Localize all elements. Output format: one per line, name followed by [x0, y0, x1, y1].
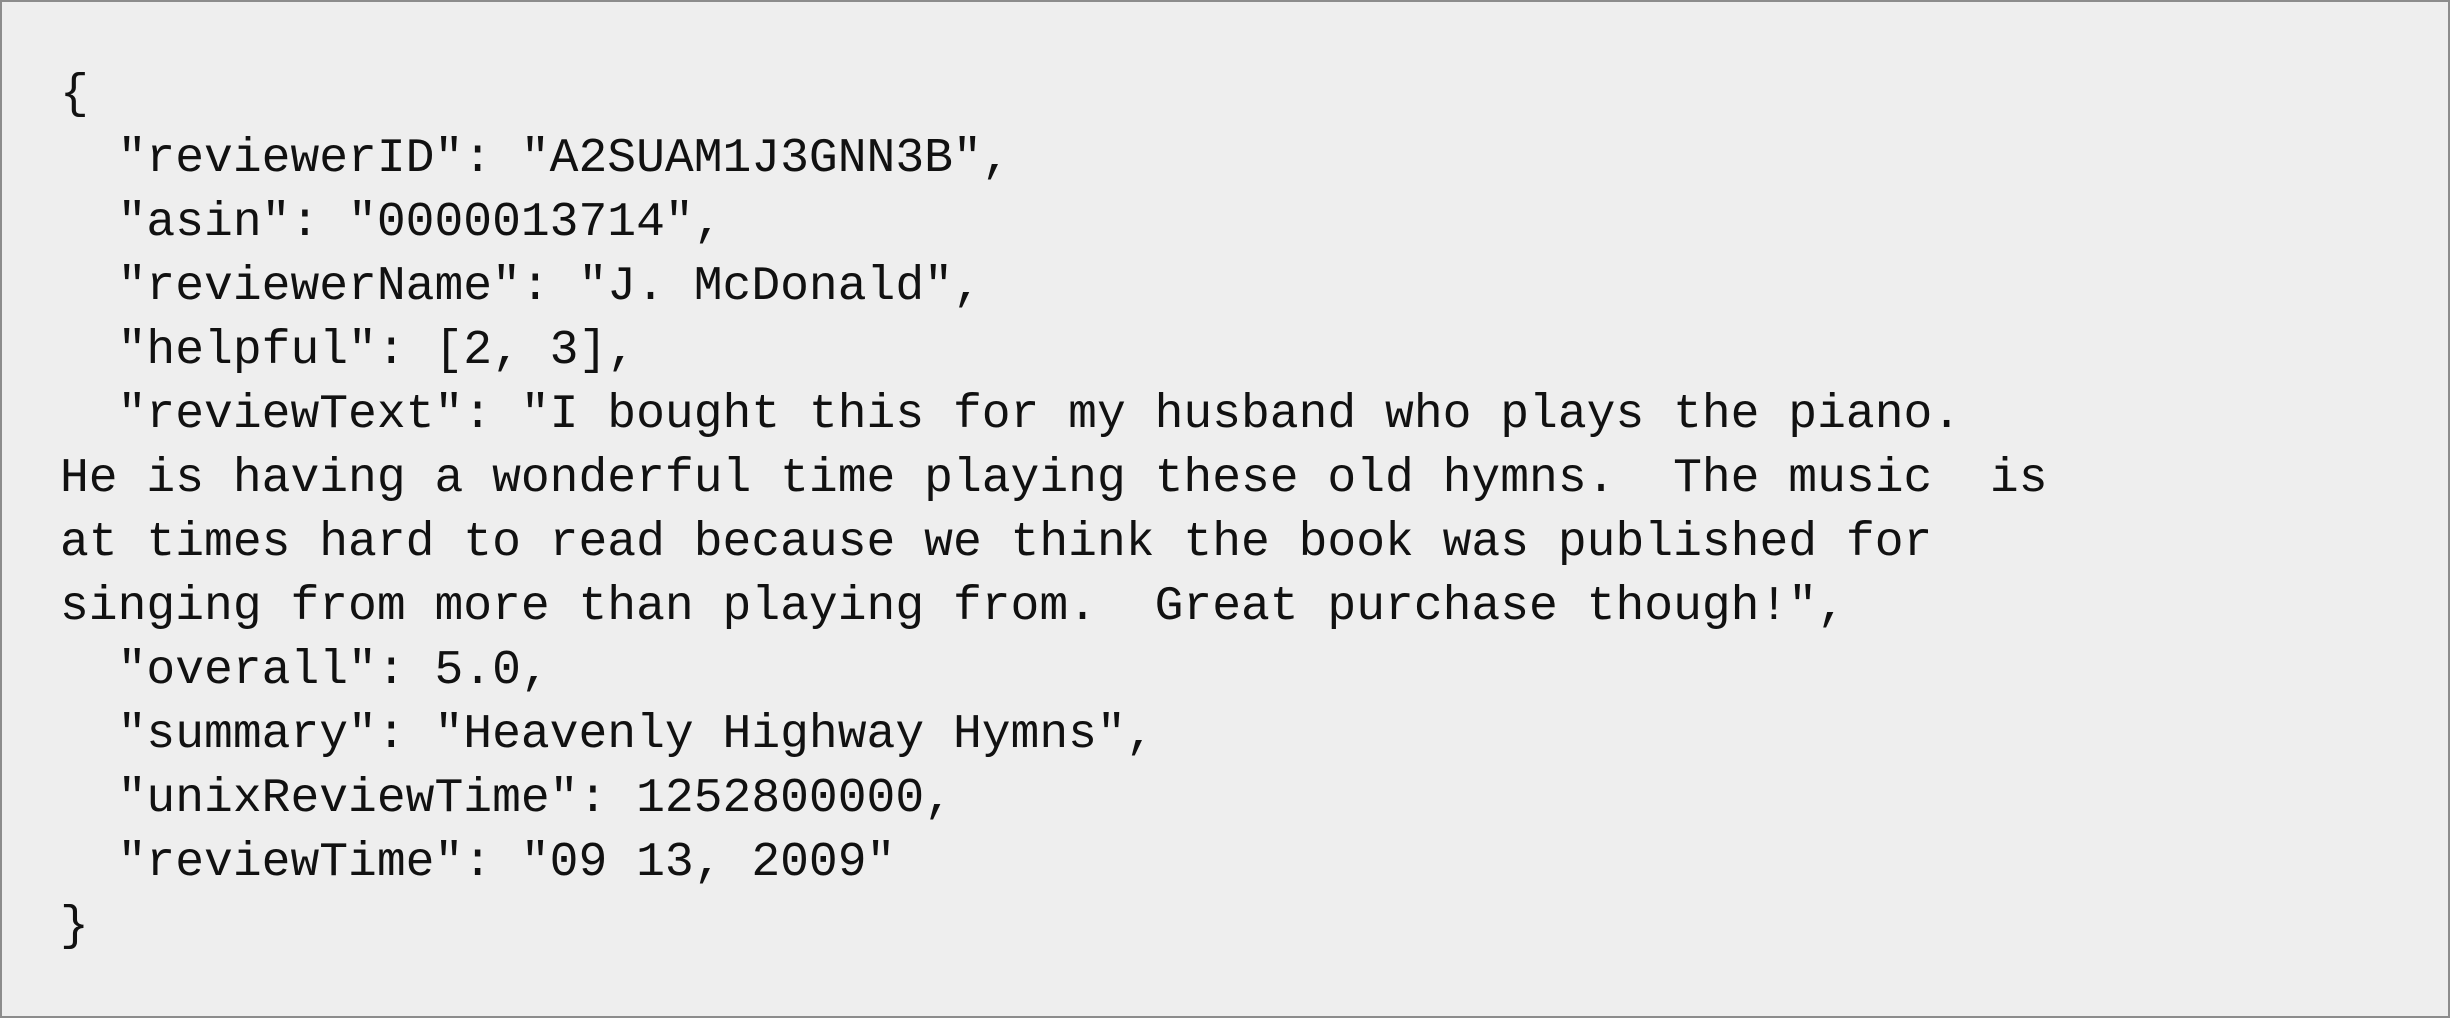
json-code-block: { "reviewerID": "A2SUAM1J3GNN3B", "asin"… — [60, 63, 2430, 959]
code-line-review-time: "reviewTime": "09 13, 2009" — [60, 836, 896, 890]
code-line-review-text-4: singing from more than playing from. Gre… — [60, 580, 1846, 634]
code-line-review-text-3: at times hard to read because we think t… — [60, 516, 1933, 570]
json-code-panel: { "reviewerID": "A2SUAM1J3GNN3B", "asin"… — [0, 0, 2450, 1018]
code-line-reviewer-name: "reviewerName": "J. McDonald", — [60, 260, 982, 314]
code-line-helpful: "helpful": [2, 3], — [60, 324, 637, 378]
code-line-reviewer-id: "reviewerID": "A2SUAM1J3GNN3B", — [60, 132, 1011, 186]
code-line-overall: "overall": 5.0, — [60, 644, 550, 698]
code-line-review-text-2: He is having a wonderful time playing th… — [60, 452, 2048, 506]
code-line-unix-review-time: "unixReviewTime": 1252800000, — [60, 772, 953, 826]
code-line-open-brace: { — [60, 68, 89, 122]
code-line-summary: "summary": "Heavenly Highway Hymns", — [60, 708, 1155, 762]
code-line-close-brace: } — [60, 900, 89, 954]
code-line-asin: "asin": "0000013714", — [60, 196, 723, 250]
code-line-review-text-1: "reviewText": "I bought this for my husb… — [60, 388, 1962, 442]
